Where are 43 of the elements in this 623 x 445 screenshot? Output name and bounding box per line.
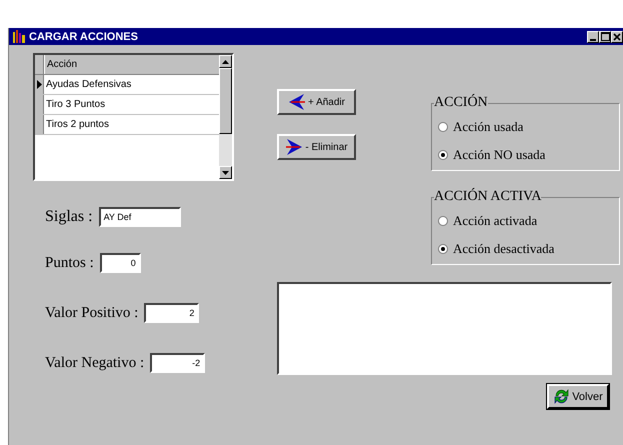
input-field[interactable]: -2 bbox=[150, 353, 206, 373]
list-item[interactable]: Tiro 3 Puntos bbox=[44, 95, 219, 114]
input-field[interactable]: 0 bbox=[100, 253, 141, 273]
app-icon bbox=[12, 30, 26, 43]
radio-label[interactable]: Acción usada bbox=[453, 119, 524, 135]
input-field[interactable]: 2 bbox=[144, 303, 200, 323]
group-title: ACCIÓN bbox=[434, 95, 488, 111]
group-title: ACCIÓN ACTIVA bbox=[434, 189, 542, 205]
radio-button[interactable] bbox=[438, 244, 448, 254]
minimize-icon bbox=[590, 38, 596, 40]
minimize-button[interactable] bbox=[587, 30, 599, 42]
radio-label[interactable]: Acción NO usada bbox=[453, 147, 546, 163]
add-button[interactable]: + Añadir bbox=[277, 89, 356, 115]
field-label: Siglas : bbox=[45, 208, 93, 226]
remove-button[interactable]: - Eliminar bbox=[277, 134, 356, 160]
text-area[interactable] bbox=[277, 282, 612, 375]
list-item[interactable]: Tiros 2 puntos bbox=[44, 115, 219, 134]
scroll-down-button[interactable] bbox=[219, 166, 232, 179]
up-arrow-icon bbox=[222, 60, 229, 64]
radio-button[interactable] bbox=[438, 122, 448, 132]
close-button[interactable] bbox=[611, 30, 623, 42]
down-arrow-icon bbox=[222, 170, 229, 174]
field-label: Valor Negativo : bbox=[45, 354, 144, 372]
window-title: CARGAR ACCIONES bbox=[29, 30, 139, 42]
list-item[interactable]: Ayudas Defensivas bbox=[44, 75, 219, 94]
field-label: Puntos : bbox=[45, 254, 94, 272]
left-arrow-icon bbox=[288, 94, 306, 110]
maximize-button[interactable] bbox=[599, 30, 611, 42]
radio-label[interactable]: Acción desactivada bbox=[453, 241, 554, 257]
input-field[interactable]: AY Def bbox=[98, 207, 181, 227]
scroll-up-button[interactable] bbox=[219, 55, 232, 68]
scroll-thumb[interactable] bbox=[219, 68, 232, 134]
close-icon bbox=[613, 32, 621, 40]
radio-label[interactable]: Acción activada bbox=[453, 213, 538, 229]
scrollbar[interactable] bbox=[219, 55, 232, 179]
right-arrow-icon bbox=[285, 139, 304, 155]
current-row-icon bbox=[36, 80, 42, 89]
radio-button[interactable] bbox=[438, 216, 448, 226]
back-button[interactable]: Volver bbox=[547, 384, 609, 409]
radio-button[interactable] bbox=[438, 150, 448, 160]
field-label: Valor Positivo : bbox=[45, 304, 138, 322]
refresh-icon bbox=[553, 388, 570, 405]
maximize-icon bbox=[600, 32, 610, 41]
